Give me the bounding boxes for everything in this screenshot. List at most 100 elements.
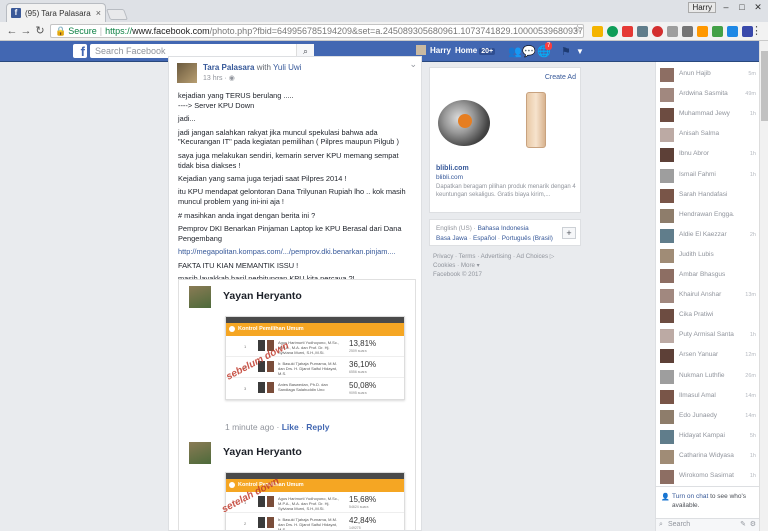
chat-contact[interactable]: Ilmasul Amal 14m	[656, 388, 759, 406]
extension-icon[interactable]	[712, 26, 723, 37]
sponsored-ad[interactable]: Create Ad blibli.com blibli.com Dapatkan…	[429, 67, 581, 213]
avatar	[660, 449, 674, 464]
bookmark-star-icon[interactable]: ☆	[573, 24, 582, 35]
kpu-result-card: Kontrol Pemilihan Umum 1 Agus Harimurti …	[225, 472, 405, 530]
turn-on-chat-link[interactable]: Turn on chat	[672, 493, 708, 500]
extension-icon[interactable]	[697, 26, 708, 37]
turn-on-chat-panel: 👤 Turn on chat to see who's available.	[656, 486, 759, 518]
tagged-user[interactable]: Yuli Uwi	[273, 63, 301, 72]
chat-contact[interactable]: Catharina Widyasan 1h	[656, 448, 759, 466]
scrollbar-thumb[interactable]	[761, 51, 768, 121]
ad-product-image[interactable]	[526, 92, 546, 148]
reload-icon[interactable]: ↻	[34, 24, 46, 38]
browser-profile-button[interactable]: Harry	[688, 2, 716, 13]
browser-tab[interactable]: f (95) Tara Palasara - I ×	[6, 3, 106, 22]
chat-contact[interactable]: Sarah Handafasi	[656, 187, 759, 205]
avatar	[660, 429, 674, 444]
chat-options-icon[interactable]: ✎	[740, 519, 746, 531]
chat-last-active: 14m	[745, 392, 756, 399]
post-photo[interactable]: Yayan Heryanto Kontrol Pemilihan Umum 1 …	[178, 279, 416, 530]
chat-contact[interactable]: Khairul Anshar 13m	[656, 287, 759, 305]
chat-contact[interactable]: Ismail Fahmi 1h	[656, 167, 759, 185]
browser-menu-icon[interactable]: ⋮	[751, 24, 762, 37]
ad-url[interactable]: blibli.com	[436, 174, 463, 181]
new-tab-button[interactable]	[105, 9, 129, 20]
back-icon[interactable]: ←	[6, 24, 18, 38]
chat-last-active: 13m	[745, 292, 756, 299]
extension-icon[interactable]	[622, 26, 633, 37]
account-menu-icon[interactable]: ▼	[576, 47, 584, 56]
chat-contact[interactable]: Anun Hajib 5m	[656, 66, 759, 84]
footer-links[interactable]: Privacy · Terms · Advertising · Ad Choic…	[433, 252, 583, 261]
chat-contact[interactable]: Ardwina Sasmita 49m	[656, 86, 759, 104]
chat-contact[interactable]: Anisah Salma	[656, 126, 759, 144]
language-link[interactable]: Español	[473, 235, 496, 242]
author-avatar[interactable]	[177, 63, 197, 83]
chat-contact[interactable]: Muhammad Jewy 1h	[656, 106, 759, 124]
chat-contact[interactable]: Hendrawan Engga...	[656, 207, 759, 225]
chat-contact[interactable]: Hidayat Kampai 5h	[656, 428, 759, 446]
maximize-icon[interactable]: □	[736, 2, 748, 13]
chat-last-active: 1h	[749, 452, 756, 459]
page-scrollbar[interactable]	[759, 41, 768, 531]
extension-icon[interactable]	[592, 26, 603, 37]
chat-last-active: 1h	[749, 473, 756, 479]
address-bar[interactable]: 🔒 Secure | https://www.facebook.com/photo.p…	[50, 24, 584, 38]
avatar	[660, 269, 674, 283]
chat-people-icon: 👤	[661, 494, 670, 501]
audience-icon: ◉	[228, 75, 235, 82]
url-scheme: https://	[105, 26, 133, 36]
chat-sidebar: Wirokomo Sasirnatan 1h Catharina Widyasan 1…	[655, 62, 759, 531]
extension-icon[interactable]	[637, 26, 648, 37]
facebook-logo-icon[interactable]: f	[73, 44, 87, 59]
like-link: Like	[281, 422, 299, 432]
extension-icon[interactable]	[607, 26, 618, 37]
vote-percent: 50,08%	[349, 381, 377, 390]
chat-contact[interactable]: Edo Junaedy 14m	[656, 408, 759, 426]
friend-requests-icon[interactable]: 👥	[508, 45, 522, 58]
avatar	[416, 45, 426, 55]
ad-product-image[interactable]	[438, 100, 490, 146]
chat-contact-name: Wirokomo Sasirnatan	[679, 472, 734, 479]
language-link[interactable]: Basa Jawa	[436, 235, 467, 242]
quick-help-icon[interactable]: ⚑	[561, 45, 571, 58]
forward-icon[interactable]: →	[20, 24, 32, 38]
post-link[interactable]: http://megapolitan.kompas.com/.../pempro…	[178, 247, 414, 257]
post-timestamp[interactable]: 13 hrs · ◉	[203, 74, 301, 82]
extension-icon[interactable]	[652, 26, 663, 37]
profile-link[interactable]: Harry	[416, 45, 451, 55]
language-link[interactable]: Português (Brasil)	[502, 235, 553, 242]
create-ad-link[interactable]: Create Ad	[545, 74, 576, 81]
extension-icon[interactable]	[667, 26, 678, 37]
chat-contact[interactable]: Wirokomo Sasirnatan 1h	[656, 468, 759, 486]
avatar	[660, 389, 674, 404]
post-paragraph: jadi...	[178, 114, 196, 124]
chat-contact[interactable]: Aldie El Kaezzar 2h	[656, 227, 759, 245]
chat-contact[interactable]: Judith Lubis	[656, 247, 759, 265]
candidate-row: 3 Anies Baswedan, Ph.D. dan Sandiaga Sal…	[244, 381, 377, 395]
chat-contact[interactable]: Ambar Bhasgus	[656, 267, 759, 285]
chat-settings-icon[interactable]: ⚙	[750, 519, 756, 531]
chat-search-input[interactable]: ⌕ Search ✎ ⚙	[656, 518, 759, 531]
chat-contact[interactable]: Cika Pratiwi	[656, 307, 759, 325]
post-paragraph: # masihkan anda ingat dengan berita ini …	[178, 210, 316, 220]
footer-links[interactable]: Cookies · More ▾	[433, 261, 583, 270]
language-link[interactable]: Bahasa Indonesia	[478, 225, 529, 232]
chat-last-active: 2h	[749, 231, 756, 238]
extension-icon[interactable]	[727, 26, 738, 37]
chat-contact-name: Anun Hajib	[679, 70, 711, 77]
chat-contact[interactable]: Puty Armisal Santa... 1h	[656, 327, 759, 345]
minimize-icon[interactable]: –	[720, 2, 732, 13]
extension-icon[interactable]	[682, 26, 693, 37]
home-link[interactable]: Home 20+	[455, 46, 496, 55]
messages-icon[interactable]: 💬	[522, 45, 536, 58]
chat-contact[interactable]: Nukman Luthfie 26m	[656, 368, 759, 386]
post-author[interactable]: Tara Palasara	[203, 63, 254, 72]
post-options-icon[interactable]: ⌄	[409, 59, 417, 70]
more-languages-button[interactable]: +	[562, 227, 576, 239]
tab-close-icon[interactable]: ×	[96, 8, 101, 18]
chat-contact[interactable]: Arsen Yanuar 12m	[656, 347, 759, 365]
ad-title[interactable]: blibli.com	[436, 165, 469, 172]
close-window-icon[interactable]: ✕	[752, 2, 764, 13]
chat-contact[interactable]: Ibnu Abror 1h	[656, 146, 759, 164]
